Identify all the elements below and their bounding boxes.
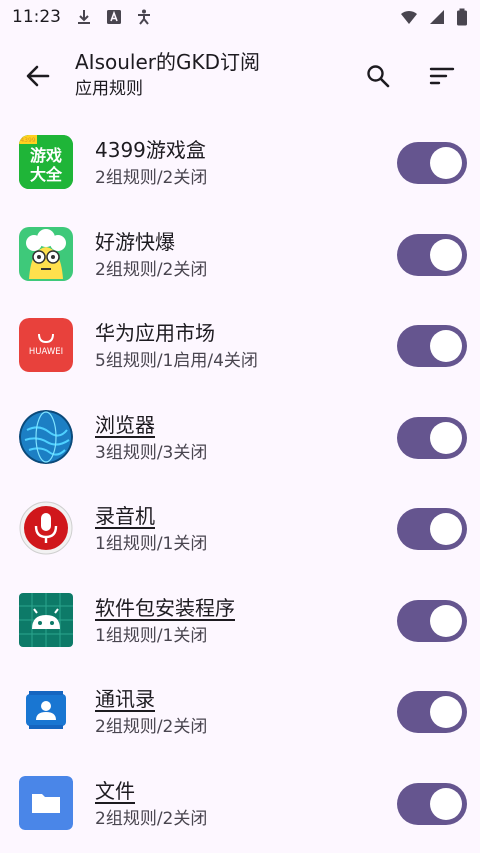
accessibility-icon <box>138 9 150 25</box>
rule-summary: 2组规则/2关闭 <box>95 808 208 829</box>
app-name: 录音机 <box>95 504 155 528</box>
app-enable-switch[interactable] <box>397 142 467 184</box>
app-name: 文件 <box>95 778 135 803</box>
switch-thumb <box>430 330 462 362</box>
switch-thumb <box>430 238 462 271</box>
rule-summary: 1组规则/1关闭 <box>95 534 208 554</box>
back-arrow-icon <box>26 65 50 87</box>
sort-button[interactable] <box>424 58 460 94</box>
app-name: 4399游戏盒 <box>95 138 206 162</box>
haoyou-kuaibao-icon <box>19 226 73 281</box>
search-icon <box>367 65 390 88</box>
switch-thumb <box>430 696 462 728</box>
switch-thumb <box>430 421 462 454</box>
font-a-icon <box>107 10 121 24</box>
rule-summary: 2组规则/2关闭 <box>95 168 208 188</box>
page-subtitle: 应用规则 <box>75 79 143 99</box>
top-app-bar: AIsouler的GKD订阅 应用规则 <box>0 34 480 116</box>
browser-globe-icon <box>19 409 73 464</box>
list-item[interactable]: 通讯录 2组规则/2关闭 <box>0 665 480 757</box>
contacts-icon <box>19 684 73 738</box>
back-button[interactable] <box>20 58 56 94</box>
download-icon <box>78 10 90 24</box>
battery-icon <box>457 8 467 26</box>
list-item[interactable]: 浏览器 3组规则/3关闭 <box>0 391 480 483</box>
app-enable-switch[interactable] <box>397 782 467 825</box>
switch-thumb <box>430 604 462 637</box>
huawei-label-text: HUAWEI <box>29 347 63 357</box>
4399-game-box-icon: 4399 游戏 大全 <box>19 135 73 189</box>
search-button[interactable] <box>360 58 396 94</box>
app-name: 通讯录 <box>95 687 155 711</box>
app-enable-switch[interactable] <box>397 325 467 367</box>
list-item[interactable]: 4399 游戏 大全 4399游戏盒 2组规则/2关闭 <box>0 116 480 208</box>
files-folder-icon <box>19 775 73 830</box>
status-bar: 11:23 <box>0 0 480 34</box>
sort-icon <box>429 67 455 85</box>
app-enable-switch[interactable] <box>397 599 467 642</box>
game-box-line1-text: 游戏 <box>30 146 62 165</box>
app-name: 浏览器 <box>95 412 155 437</box>
app-enable-switch[interactable] <box>397 508 467 550</box>
app-enable-switch[interactable] <box>397 416 467 459</box>
list-item[interactable]: 软件包安装程序 1组规则/1关闭 <box>0 574 480 666</box>
rule-summary: 3组规则/3关闭 <box>95 442 208 463</box>
recorder-mic-icon <box>19 501 73 555</box>
wifi-icon <box>401 10 417 24</box>
app-enable-switch[interactable] <box>397 691 467 733</box>
app-name: 好游快爆 <box>95 229 175 254</box>
signal-icon <box>430 10 444 24</box>
switch-thumb <box>430 147 462 179</box>
title-block: AIsouler的GKD订阅 应用规则 <box>75 48 260 102</box>
list-item[interactable]: 录音机 1组规则/1关闭 <box>0 482 480 574</box>
status-time: 11:23 <box>12 7 61 27</box>
app-name: 软件包安装程序 <box>95 595 235 620</box>
switch-thumb <box>430 787 462 820</box>
switch-thumb <box>430 513 462 545</box>
game-box-badge-text: 4399 <box>20 137 35 144</box>
list-item[interactable]: HUAWEI 华为应用市场 5组规则/1启用/4关闭 <box>0 299 480 391</box>
rule-summary: 2组规则/2关闭 <box>95 717 208 737</box>
huawei-appgallery-icon: HUAWEI <box>19 318 73 372</box>
app-name: 华为应用市场 <box>95 321 215 345</box>
app-rule-list: 4399 游戏 大全 4399游戏盒 2组规则/2关闭 好游快爆 2组规则/2关 <box>0 116 480 848</box>
list-item[interactable]: 文件 2组规则/2关闭 <box>0 757 480 849</box>
rule-summary: 2组规则/2关闭 <box>95 259 208 280</box>
page-title: AIsouler的GKD订阅 <box>75 50 261 74</box>
rule-summary: 5组规则/1启用/4关闭 <box>95 351 258 371</box>
game-box-line2-text: 大全 <box>30 165 63 184</box>
package-installer-icon <box>19 592 73 647</box>
list-item[interactable]: 好游快爆 2组规则/2关闭 <box>0 208 480 300</box>
app-enable-switch[interactable] <box>397 233 467 276</box>
rule-summary: 1组规则/1关闭 <box>95 625 208 646</box>
